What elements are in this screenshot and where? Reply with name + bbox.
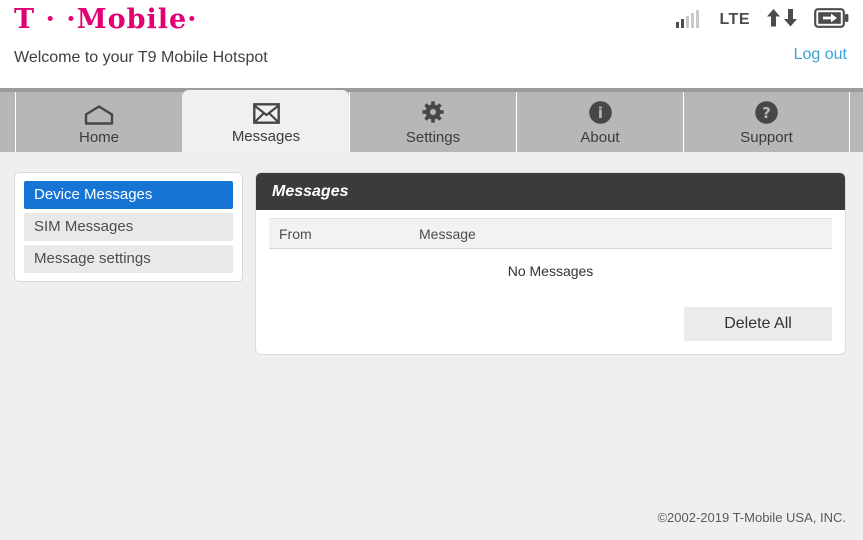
- logout-link[interactable]: Log out: [794, 46, 847, 64]
- page-header: T · ·Mobile· LTE Welcome to your T9 Mobi…: [0, 0, 863, 88]
- tab-about[interactable]: i About: [516, 92, 683, 152]
- messages-panel-body: From Message No Messages Delete All: [256, 210, 845, 354]
- tab-settings-label: Settings: [405, 128, 461, 146]
- nav-tabbar: Home Messages Settings i About ? Support: [0, 88, 863, 152]
- sidebar-item-device-messages[interactable]: Device Messages: [24, 181, 233, 209]
- svg-text:?: ?: [762, 104, 771, 122]
- copyright-text: ©2002-2019 T-Mobile USA, INC.: [657, 510, 846, 525]
- messages-panel: Messages From Message No Messages Delete…: [255, 172, 846, 355]
- info-icon: i: [588, 99, 613, 125]
- welcome-text: Welcome to your T9 Mobile Hotspot: [14, 49, 268, 66]
- home-icon: [84, 99, 114, 125]
- envelope-icon: [252, 98, 280, 124]
- tab-about-label: About: [580, 128, 620, 146]
- messages-panel-header: Messages: [256, 173, 845, 210]
- messages-table-header: From Message: [269, 218, 832, 249]
- tmobile-logo: T · ·Mobile·: [14, 4, 198, 35]
- column-header-message: Message: [419, 225, 476, 242]
- sidebar-item-message-settings[interactable]: Message settings: [24, 245, 233, 273]
- status-bar: LTE: [676, 7, 849, 33]
- signal-bars-icon: [676, 8, 702, 33]
- panel-title: Messages: [272, 182, 349, 200]
- gear-icon: [420, 99, 446, 125]
- tab-home-label: Home: [78, 128, 119, 146]
- updown-arrows-icon: [767, 8, 797, 32]
- tab-messages[interactable]: Messages: [182, 90, 349, 152]
- tab-support[interactable]: ? Support: [683, 92, 850, 152]
- network-type-label: LTE: [719, 11, 750, 28]
- column-header-from: From: [279, 225, 312, 242]
- tab-settings[interactable]: Settings: [349, 92, 516, 152]
- tab-messages-label: Messages: [231, 127, 301, 145]
- svg-text:i: i: [597, 104, 602, 122]
- messages-sidebar: Device Messages SIM Messages Message set…: [14, 172, 243, 282]
- panel-actions: Delete All: [269, 307, 832, 341]
- tab-support-label: Support: [740, 128, 793, 146]
- tab-home[interactable]: Home: [15, 92, 182, 152]
- t9-hotspot-page: T · ·Mobile· LTE Welcome to your T9 Mobi…: [0, 0, 863, 540]
- battery-charging-icon: [814, 7, 849, 33]
- sidebar-item-sim-messages[interactable]: SIM Messages: [24, 213, 233, 241]
- no-messages-text: No Messages: [507, 263, 594, 279]
- delete-all-button[interactable]: Delete All: [684, 307, 832, 341]
- question-icon: ?: [754, 99, 779, 125]
